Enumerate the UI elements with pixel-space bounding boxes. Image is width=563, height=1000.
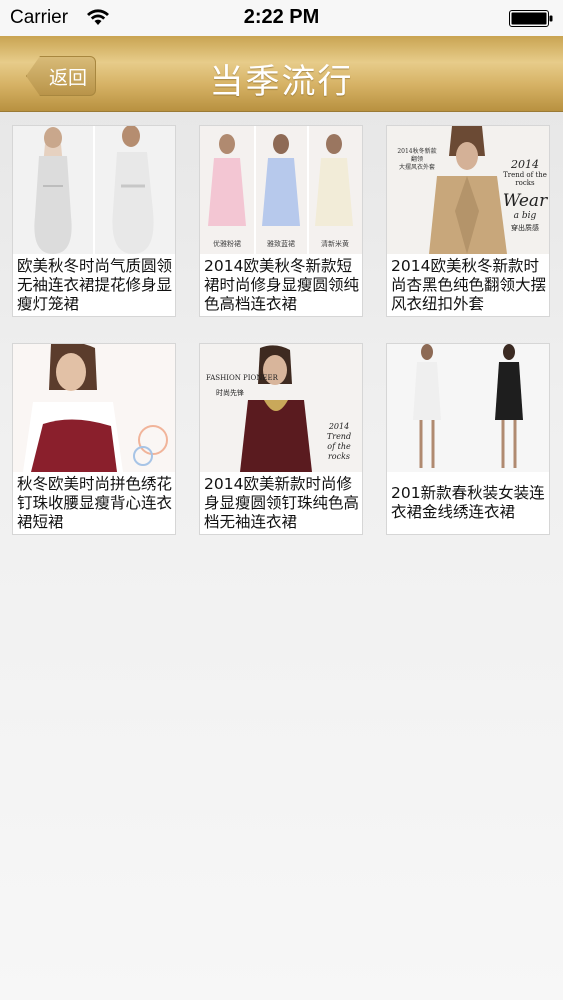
- status-time: 2:22 PM: [243, 6, 320, 28]
- image-caption: FASHION PIONEER: [206, 374, 278, 382]
- product-image[interactable]: 2014秋冬新款 翻领 大摆风衣外套 2014 Trend of the roc…: [387, 126, 549, 254]
- image-caption: 雅致蓝裙: [267, 240, 295, 248]
- image-caption: 2014: [328, 422, 350, 431]
- image-caption: 优雅粉裙: [213, 240, 241, 248]
- product-card[interactable]: 欧美秋冬时尚气质圆领无袖连衣裙提花修身显瘦灯笼裙: [12, 125, 176, 317]
- page-title: 当季流行: [209, 62, 354, 102]
- product-image[interactable]: [13, 126, 175, 254]
- image-caption: a big: [513, 211, 537, 221]
- image-caption: 穿出质感: [511, 224, 539, 232]
- product-card[interactable]: 201新款春秋装女装连衣裙金线绣连衣裙: [386, 343, 550, 535]
- image-caption: Wear: [502, 191, 548, 211]
- image-caption: 大摆风衣外套: [398, 164, 435, 171]
- image-caption: of the rocks: [327, 442, 351, 461]
- image-caption: 2014秋冬新款: [397, 148, 437, 155]
- image-caption: 翻领: [410, 156, 423, 163]
- status-bar: Carrier 2:22 PM: [0, 0, 563, 36]
- product-image[interactable]: FASHION PIONEER 时尚先锋 2014 Trend of the r…: [200, 344, 362, 472]
- image-caption: 时尚先锋: [216, 389, 244, 397]
- product-card[interactable]: 秋冬欧美时尚拼色绣花钉珠收腰显瘦背心连衣裙短裙: [12, 343, 176, 535]
- product-title[interactable]: 2014欧美新款时尚修身显瘦圆领钉珠纯色高档无袖连衣裙: [204, 475, 360, 532]
- image-caption: Trend: [326, 432, 352, 441]
- product-card[interactable]: 2014秋冬新款 翻领 大摆风衣外套 2014 Trend of the roc…: [386, 125, 550, 317]
- image-caption: Trend of the rocks: [503, 171, 547, 187]
- product-card[interactable]: 优雅粉裙 雅致蓝裙 清新米黄 2014欧美秋冬新款短裙时尚修身显瘦圆领纯色高档连…: [199, 125, 363, 317]
- image-caption: 清新米黄: [321, 240, 349, 248]
- product-image[interactable]: [13, 344, 175, 472]
- product-card[interactable]: FASHION PIONEER 时尚先锋 2014 Trend of the r…: [199, 343, 363, 535]
- product-image[interactable]: 优雅粉裙 雅致蓝裙 清新米黄: [200, 126, 362, 254]
- product-title[interactable]: 201新款春秋装女装连衣裙金线绣连衣裙: [391, 484, 547, 522]
- product-title[interactable]: 2014欧美秋冬新款短裙时尚修身显瘦圆领纯色高档连衣裙: [204, 257, 360, 314]
- product-title[interactable]: 欧美秋冬时尚气质圆领无袖连衣裙提花修身显瘦灯笼裙: [17, 257, 173, 314]
- battery-full-icon: [509, 10, 553, 27]
- navigation-bar: 返回 当季流行: [0, 36, 563, 112]
- image-caption: 2014: [511, 158, 539, 171]
- product-title[interactable]: 2014欧美秋冬新款时尚杏黑色纯色翻领大摆风衣纽扣外套: [391, 257, 547, 314]
- product-image[interactable]: [387, 344, 549, 472]
- product-title[interactable]: 秋冬欧美时尚拼色绣花钉珠收腰显瘦背心连衣裙短裙: [17, 475, 173, 532]
